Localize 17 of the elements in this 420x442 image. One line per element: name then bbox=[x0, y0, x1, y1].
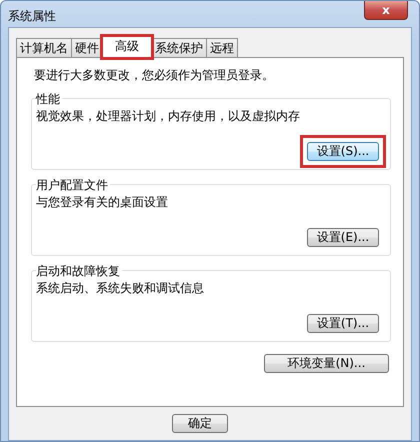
ok-button[interactable]: 确定 bbox=[172, 414, 228, 433]
group-title: 用户配置文件 bbox=[36, 176, 110, 194]
tab[interactable]: 高级 bbox=[102, 36, 152, 58]
group-description: 与您登录有关的桌面设置 bbox=[36, 194, 169, 211]
window-title: 系统属性 bbox=[8, 8, 56, 25]
environment-variables-button[interactable]: 环境变量(N)... bbox=[264, 354, 389, 373]
group-title: 启动和故障恢复 bbox=[36, 262, 122, 280]
group-title: 性能 bbox=[36, 90, 62, 108]
close-button[interactable]: x bbox=[364, 1, 408, 20]
group-description: 视觉效果，处理器计划，内存使用，以及虚拟内存 bbox=[36, 108, 301, 125]
tab[interactable]: 计算机名 bbox=[16, 38, 72, 58]
settings-button[interactable]: 设置(S)... bbox=[307, 142, 379, 161]
group-description: 系统启动、系统失败和调试信息 bbox=[36, 280, 205, 297]
admin-notice: 要进行大多数更改，您必须作为管理员登录。 bbox=[33, 67, 275, 84]
settings-button[interactable]: 设置(T)... bbox=[307, 314, 379, 333]
tab[interactable]: 远程 bbox=[206, 38, 238, 58]
settings-button[interactable]: 设置(E)... bbox=[307, 228, 379, 247]
